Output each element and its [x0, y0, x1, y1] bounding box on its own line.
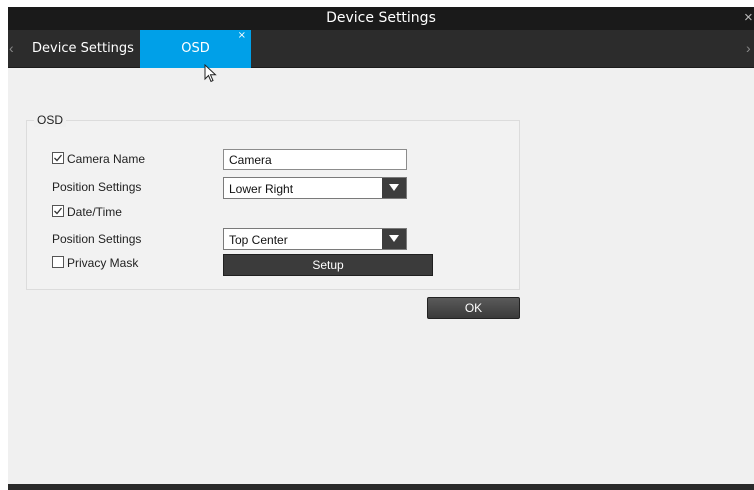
- tab-osd-label: OSD: [181, 41, 210, 56]
- camera-name-position-value: Lower Right: [229, 182, 294, 196]
- close-icon[interactable]: ×: [744, 9, 754, 26]
- mouse-cursor-icon: [204, 64, 217, 83]
- date-time-label: Date/Time: [67, 205, 122, 219]
- camera-name-input[interactable]: [223, 149, 407, 170]
- tab-scroll-right-icon[interactable]: ›: [746, 40, 754, 56]
- privacy-mask-checkbox[interactable]: [52, 256, 64, 268]
- osd-group: OSD Camera Name Position Settings Lower …: [26, 113, 520, 290]
- date-time-checkbox[interactable]: [52, 205, 64, 217]
- camera-name-label: Camera Name: [67, 152, 146, 166]
- setup-button[interactable]: Setup: [223, 254, 433, 276]
- dropdown-arrow-icon[interactable]: [382, 229, 406, 249]
- dropdown-arrow-icon[interactable]: [382, 178, 406, 198]
- device-settings-window: Device Settings × ‹ Device Settings OSD …: [8, 7, 754, 490]
- checkmark-icon: [54, 154, 63, 162]
- checkmark-icon: [54, 207, 63, 215]
- tab-osd[interactable]: OSD ×: [140, 30, 251, 68]
- bottom-bar: [8, 484, 754, 490]
- tab-scroll-left-icon[interactable]: ‹: [9, 40, 14, 56]
- title-bar: Device Settings ×: [8, 7, 754, 30]
- date-time-position-label: Position Settings: [52, 232, 142, 246]
- osd-group-title: OSD: [34, 113, 67, 127]
- window-title: Device Settings: [326, 10, 436, 26]
- privacy-mask-label: Privacy Mask: [67, 256, 139, 270]
- camera-name-checkbox[interactable]: [52, 152, 64, 164]
- date-time-position-select[interactable]: Top Center: [223, 228, 407, 250]
- tab-device-settings[interactable]: Device Settings: [28, 30, 138, 68]
- camera-name-position-label: Position Settings: [52, 180, 142, 194]
- camera-name-position-select[interactable]: Lower Right: [223, 177, 407, 199]
- ok-button[interactable]: OK: [427, 297, 520, 319]
- tab-close-icon[interactable]: ×: [238, 17, 246, 55]
- tab-bar: ‹ Device Settings OSD × ›: [8, 30, 754, 68]
- date-time-position-value: Top Center: [229, 233, 288, 247]
